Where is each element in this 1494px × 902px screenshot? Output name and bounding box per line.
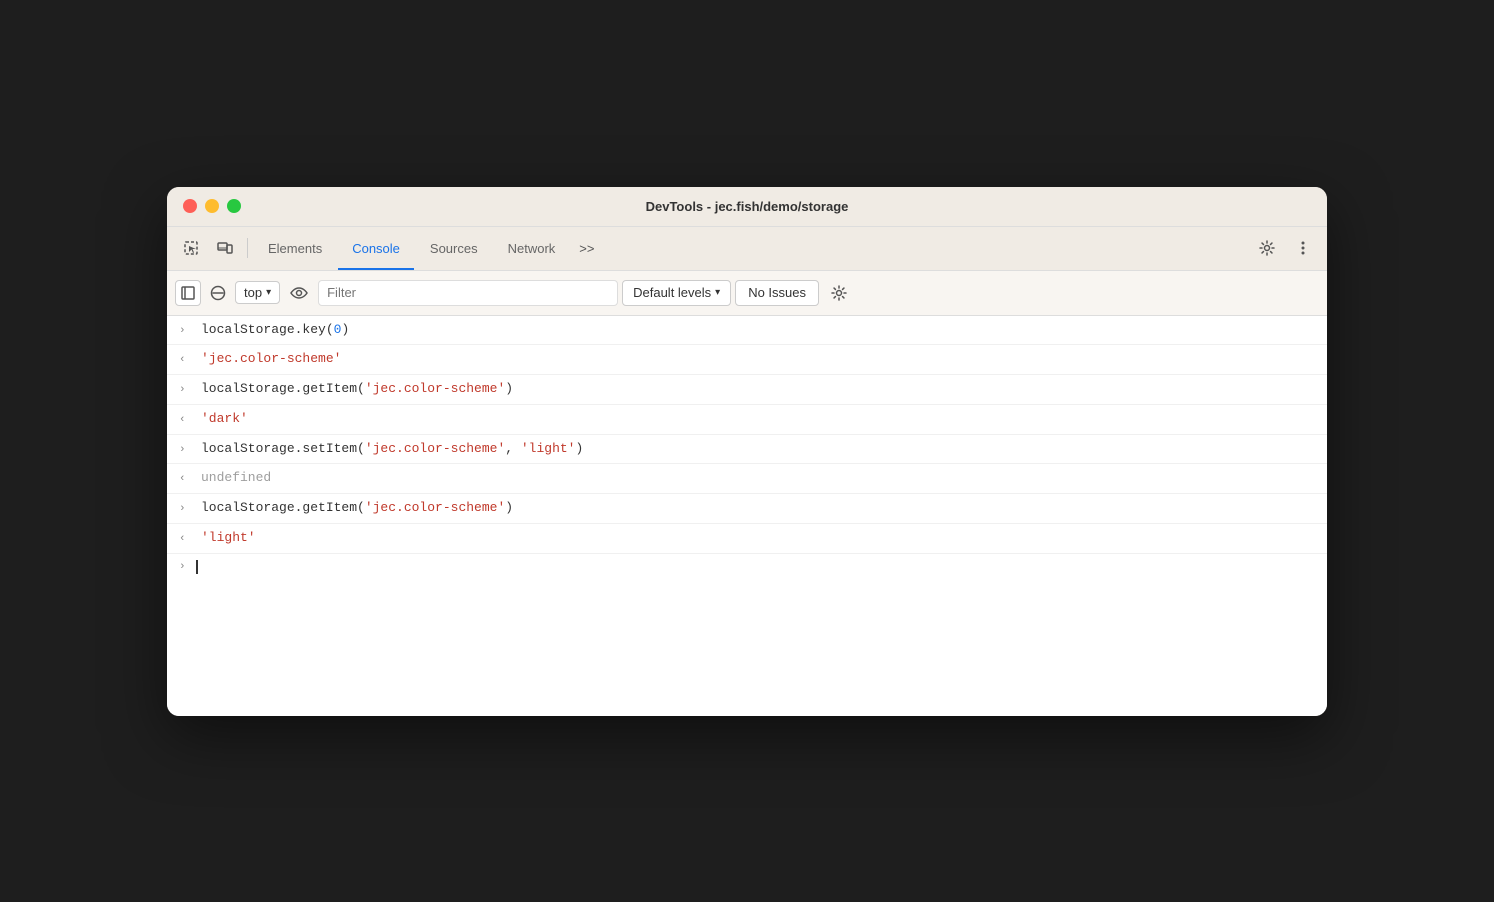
console-text: 'dark' — [201, 409, 248, 430]
console-text: undefined — [201, 468, 271, 489]
sidebar-toggle-button[interactable] — [175, 280, 201, 306]
clear-icon — [210, 285, 226, 301]
console-toolbar: top ▾ Default levels ▾ No Issues — [167, 271, 1327, 316]
cursor-icon-button[interactable] — [175, 232, 207, 264]
levels-chevron-icon: ▾ — [715, 287, 720, 298]
title-bar: DevTools - jec.fish/demo/storage — [167, 187, 1327, 227]
console-line: › localStorage.getItem('jec.color-scheme… — [167, 494, 1327, 524]
filter-input[interactable] — [318, 280, 618, 306]
console-input-line[interactable]: › — [167, 554, 1327, 580]
input-arrow: › — [179, 442, 191, 460]
input-arrow: › — [179, 501, 191, 519]
window-title: DevTools - jec.fish/demo/storage — [646, 199, 849, 214]
console-line: ‹ 'light' — [167, 524, 1327, 554]
minimize-button[interactable] — [205, 199, 219, 213]
output-arrow: ‹ — [179, 352, 191, 370]
settings-button[interactable] — [1251, 232, 1283, 264]
toolbar-right — [1251, 232, 1319, 264]
console-line: ‹ undefined — [167, 464, 1327, 494]
console-text: localStorage.key(0) — [201, 320, 349, 341]
cursor-blink — [196, 560, 198, 574]
device-toolbar-button[interactable] — [209, 232, 241, 264]
input-arrow: › — [179, 323, 191, 341]
cursor-icon — [183, 240, 199, 256]
console-text: localStorage.setItem('jec.color-scheme',… — [201, 439, 583, 460]
console-line: › localStorage.setItem('jec.color-scheme… — [167, 435, 1327, 465]
clear-console-button[interactable] — [205, 280, 231, 306]
devtools-window: DevTools - jec.fish/demo/storage Element… — [167, 187, 1327, 716]
tab-elements[interactable]: Elements — [254, 226, 336, 270]
context-selector[interactable]: top ▾ — [235, 281, 280, 304]
more-options-button[interactable] — [1287, 232, 1319, 264]
console-line: ‹ 'dark' — [167, 405, 1327, 435]
cursor-prompt: › — [179, 561, 186, 573]
more-tabs-button[interactable]: >> — [571, 226, 602, 270]
eye-icon — [290, 287, 308, 299]
output-arrow: ‹ — [179, 471, 191, 489]
output-arrow: ‹ — [179, 531, 191, 549]
console-line: ‹ 'jec.color-scheme' — [167, 345, 1327, 375]
output-arrow: ‹ — [179, 412, 191, 430]
traffic-lights — [183, 199, 241, 213]
tab-console[interactable]: Console — [338, 226, 414, 270]
tab-network[interactable]: Network — [494, 226, 570, 270]
console-text: localStorage.getItem('jec.color-scheme') — [201, 379, 513, 400]
console-text: 'jec.color-scheme' — [201, 349, 341, 370]
console-line: › localStorage.key(0) — [167, 316, 1327, 346]
close-button[interactable] — [183, 199, 197, 213]
console-output: › localStorage.key(0) ‹ 'jec.color-schem… — [167, 316, 1327, 716]
console-line: › localStorage.getItem('jec.color-scheme… — [167, 375, 1327, 405]
toolbar-divider — [247, 238, 248, 258]
sidebar-toggle-icon — [181, 286, 195, 300]
maximize-button[interactable] — [227, 199, 241, 213]
live-expressions-button[interactable] — [284, 280, 314, 306]
device-icon — [217, 240, 233, 256]
console-text: localStorage.getItem('jec.color-scheme') — [201, 498, 513, 519]
more-options-icon — [1295, 240, 1311, 256]
log-levels-button[interactable]: Default levels ▾ — [622, 280, 731, 306]
no-issues-button[interactable]: No Issues — [735, 280, 819, 306]
console-settings-button[interactable] — [823, 277, 855, 309]
tab-sources[interactable]: Sources — [416, 226, 492, 270]
console-gear-icon — [831, 285, 847, 301]
chevron-down-icon: ▾ — [266, 287, 271, 298]
console-text: 'light' — [201, 528, 256, 549]
input-arrow: › — [179, 382, 191, 400]
main-toolbar: Elements Console Sources Network >> — [167, 227, 1327, 271]
settings-icon — [1259, 240, 1275, 256]
